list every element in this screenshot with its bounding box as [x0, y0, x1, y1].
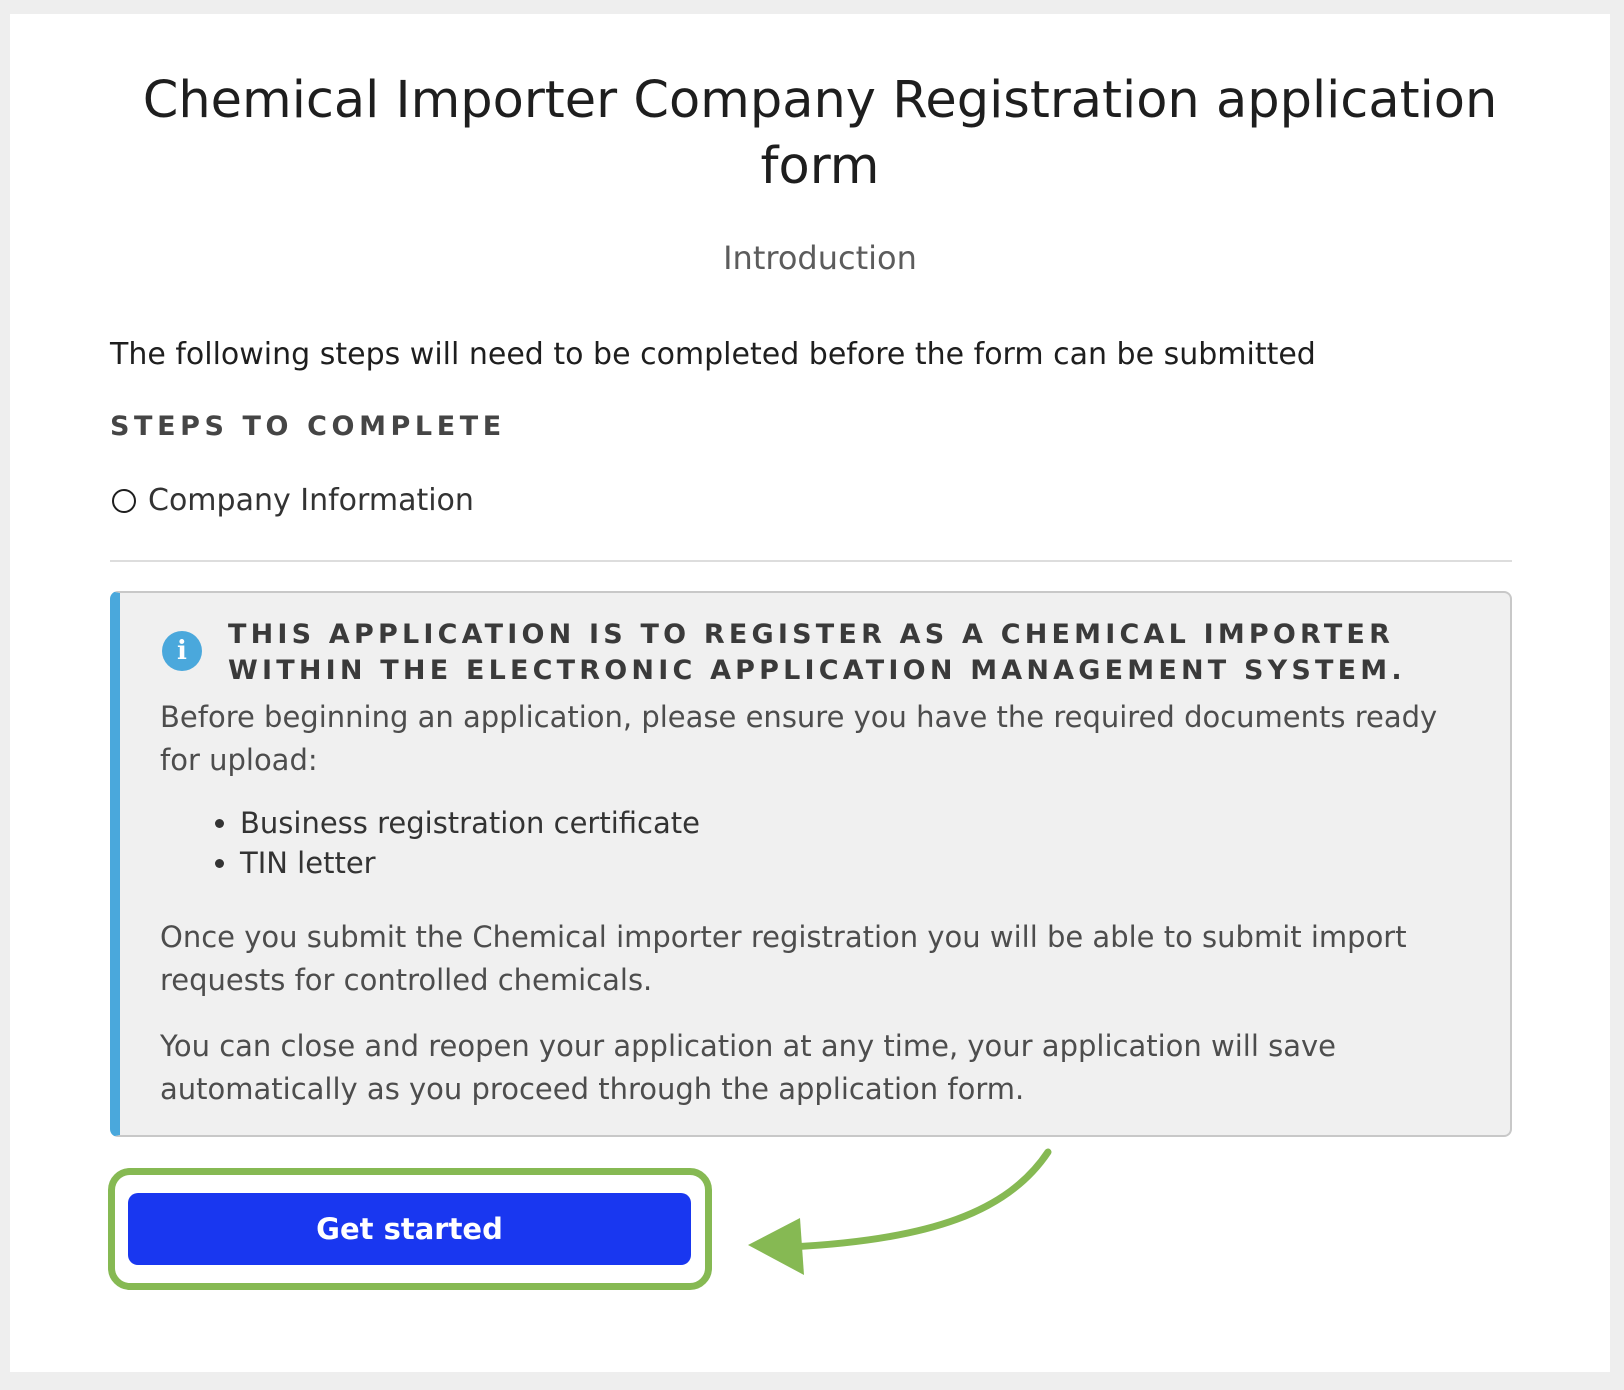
pointer-arrow-icon	[748, 1148, 1052, 1275]
